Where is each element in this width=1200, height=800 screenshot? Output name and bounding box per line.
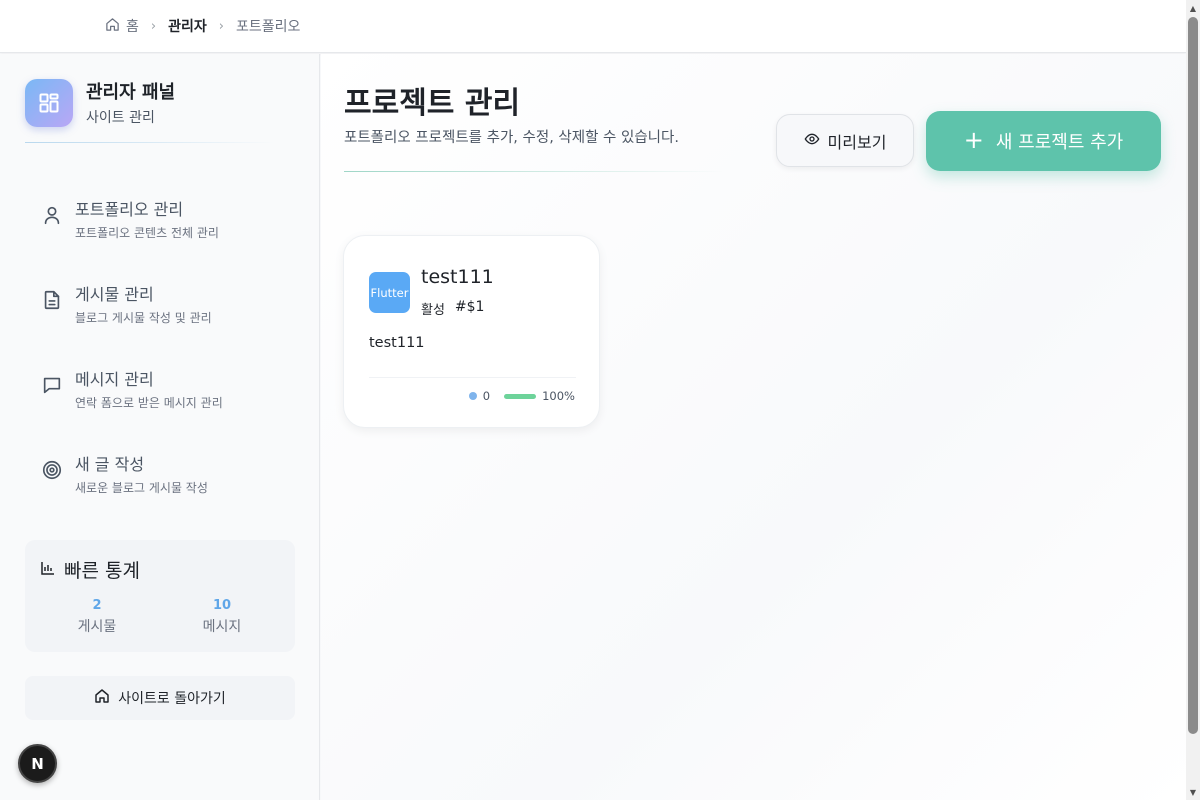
sidebar-item-label: 새 글 작성 — [75, 455, 145, 474]
stat-posts: 2 게시물 — [37, 598, 157, 636]
project-card[interactable]: Flutter test111 활성 #$1 test111 0 100% — [343, 235, 600, 428]
eye-icon — [804, 131, 820, 151]
stat-posts-value: 2 — [92, 598, 102, 613]
main-content: 프로젝트 관리 포트폴리오 프로젝트를 추가, 수정, 삭제할 수 있습니다. … — [321, 54, 1186, 800]
progress-label: 100% — [542, 389, 575, 403]
sidebar: 관리자 패널 사이트 관리 포트폴리오 관리 포트폴리오 콘텐츠 전체 관리 게… — [0, 54, 320, 800]
stat-messages: 10 메시지 — [162, 598, 282, 636]
document-icon — [41, 289, 63, 311]
sidebar-item-sub: 포트폴리오 콘텐츠 전체 관리 — [75, 226, 219, 240]
sidebar-item-posts[interactable]: 게시물 관리 블로그 게시물 작성 및 관리 — [25, 271, 295, 331]
project-tech-icon: Flutter — [369, 272, 410, 313]
target-icon — [41, 459, 63, 481]
back-to-site-button[interactable]: 사이트로 돌아가기 — [25, 676, 295, 720]
sidebar-item-label: 포트폴리오 관리 — [75, 200, 184, 219]
quick-stats: 빠른 통계 2 게시물 10 메시지 — [25, 540, 295, 652]
project-meta: 활성 #$1 — [421, 299, 484, 318]
stat-posts-label: 게시물 — [77, 619, 117, 635]
breadcrumb-current-label: 포트폴리오 — [235, 19, 301, 35]
sidebar-item-label: 게시물 관리 — [75, 285, 154, 304]
dashboard-icon — [25, 78, 73, 127]
quick-stats-label: 빠른 통계 — [64, 560, 140, 582]
page-title: 프로젝트 관리 — [344, 86, 521, 121]
sidebar-item-label: 메시지 관리 — [75, 370, 154, 389]
next-badge[interactable]: N — [18, 744, 57, 783]
scrollbar-thumb[interactable] — [1188, 17, 1198, 734]
add-project-button[interactable]: + 새 프로젝트 추가 — [926, 111, 1161, 171]
breadcrumb: 홈 › 관리자 › 포트폴리오 — [0, 0, 1186, 53]
breadcrumb-home-label: 홈 — [126, 19, 139, 35]
breadcrumb-admin-label: 관리자 — [168, 19, 207, 35]
brand-subtitle: 사이트 관리 — [86, 110, 155, 126]
status-badge: 활성 — [421, 303, 445, 318]
chevron-right-icon: › — [218, 18, 224, 34]
home-icon — [105, 17, 120, 36]
brand-title: 관리자 패널 — [86, 82, 176, 103]
add-project-label: 새 프로젝트 추가 — [995, 132, 1124, 153]
home-icon — [94, 688, 110, 708]
progress-bar-fill — [504, 393, 537, 399]
breadcrumb-admin[interactable]: 관리자 — [168, 16, 207, 36]
user-icon — [41, 204, 63, 226]
chevron-right-icon: › — [150, 18, 157, 34]
project-title: test111 — [421, 266, 494, 288]
dot-icon — [468, 392, 477, 400]
plus-icon: + — [963, 125, 984, 154]
back-to-site-label: 사이트로 돌아가기 — [118, 691, 226, 707]
project-description: test111 — [369, 335, 425, 351]
divider — [344, 171, 724, 172]
project-count: 0 — [482, 389, 491, 403]
sidebar-item-sub: 블로그 게시물 작성 및 관리 — [75, 311, 212, 325]
bar-chart-icon — [40, 559, 56, 581]
quick-stats-title: 빠른 통계 — [40, 556, 140, 583]
brand: 관리자 패널 사이트 관리 — [25, 78, 175, 127]
scroll-up-icon[interactable]: ▲ — [1186, 0, 1200, 16]
project-footer: 0 100% — [468, 389, 575, 403]
preview-label: 미리보기 — [827, 132, 887, 152]
divider — [369, 377, 576, 378]
project-number: #$1 — [454, 299, 485, 315]
page-description: 포트폴리오 프로젝트를 추가, 수정, 삭제할 수 있습니다. — [344, 130, 679, 146]
sidebar-item-portfolio[interactable]: 포트폴리오 관리 포트폴리오 콘텐츠 전체 관리 — [25, 186, 295, 246]
project-tech-label: Flutter — [370, 285, 409, 300]
divider — [25, 142, 275, 143]
message-icon — [41, 374, 63, 396]
sidebar-item-new-post[interactable]: 새 글 작성 새로운 블로그 게시물 작성 — [25, 441, 295, 501]
progress-bar — [504, 393, 537, 399]
sidebar-item-messages[interactable]: 메시지 관리 연락 폼으로 받은 메시지 관리 — [25, 356, 295, 416]
scrollbar[interactable]: ▲ ▼ — [1186, 0, 1200, 800]
stat-messages-value: 10 — [212, 598, 232, 613]
sidebar-item-sub: 연락 폼으로 받은 메시지 관리 — [75, 396, 223, 410]
breadcrumb-home[interactable]: 홈 — [105, 16, 139, 36]
scroll-down-icon[interactable]: ▼ — [1186, 784, 1200, 800]
stat-messages-label: 메시지 — [202, 619, 242, 635]
preview-button[interactable]: 미리보기 — [776, 114, 914, 167]
next-badge-label: N — [31, 754, 44, 773]
breadcrumb-current: 포트폴리오 — [236, 16, 300, 36]
sidebar-item-sub: 새로운 블로그 게시물 작성 — [75, 481, 208, 495]
